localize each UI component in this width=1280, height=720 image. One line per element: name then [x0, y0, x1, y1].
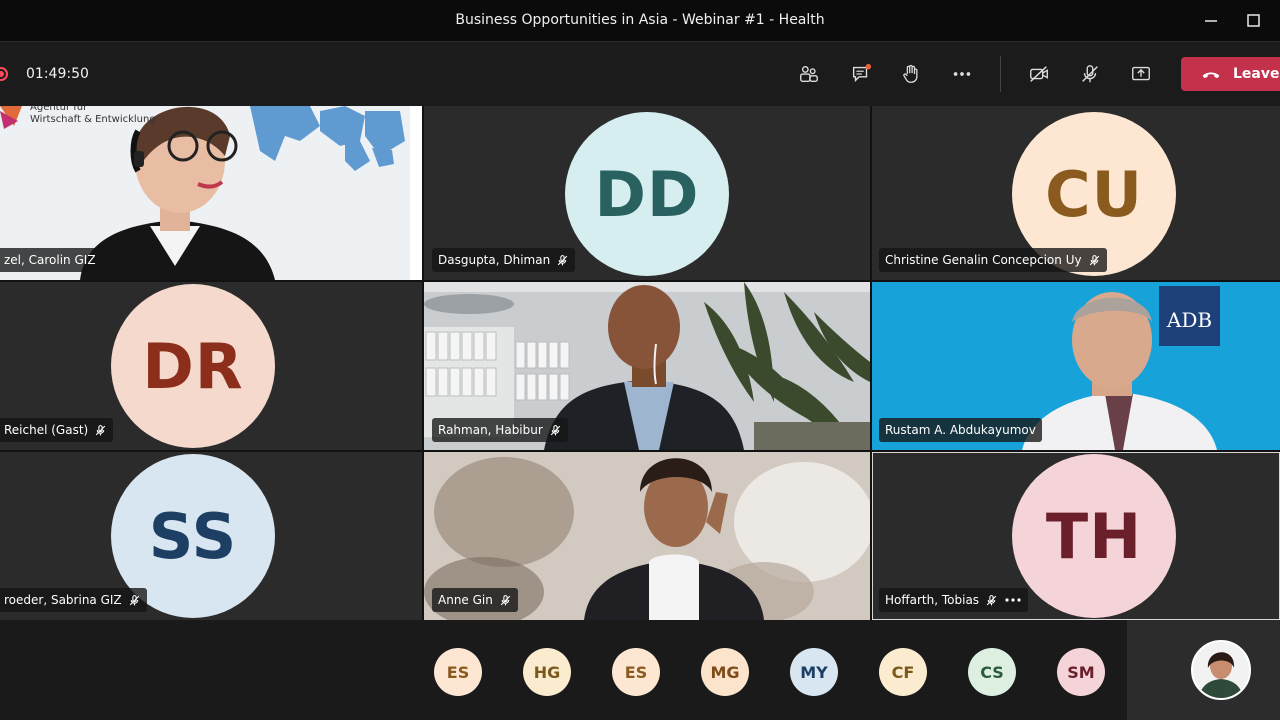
minimize-button[interactable]: [1198, 8, 1224, 34]
mic-toggle-button[interactable]: [1075, 60, 1105, 88]
participant-avatar[interactable]: ES: [612, 648, 660, 696]
participant-strip: ES HG ES MG MY CF CS SM: [0, 620, 1280, 720]
participant-name: Reichel (Gast): [4, 423, 89, 437]
participant-name: Rustam A. Abdukayumov: [885, 423, 1036, 437]
name-tag: Christine Genalin Concepcion Uy: [879, 248, 1107, 272]
window-title: Business Opportunities in Asia - Webinar…: [455, 12, 825, 28]
name-tag: Rahman, Habibur: [432, 418, 568, 442]
participant-name: zel, Carolin GIZ: [4, 253, 96, 267]
participant-avatar[interactable]: HG: [523, 648, 571, 696]
video-tile-anne[interactable]: Anne Gin: [424, 452, 870, 620]
video-tile-rahman[interactable]: Rahman, Habibur: [424, 282, 870, 450]
name-tag: Dasgupta, Dhiman: [432, 248, 576, 272]
video-tile-dasgupta[interactable]: DD Dasgupta, Dhiman: [424, 106, 870, 280]
adb-logo: ADB: [1166, 308, 1213, 332]
name-tag: Rustam A. Abdukayumov: [879, 418, 1042, 442]
chat-button[interactable]: [846, 60, 876, 88]
participant-avatar[interactable]: CS: [968, 648, 1016, 696]
mic-off-icon: [1089, 254, 1099, 265]
mic-off-icon: [96, 424, 106, 435]
self-view[interactable]: [1127, 620, 1280, 720]
logo-line-2: Wirtschaft & Entwicklung: [30, 114, 156, 125]
title-bar: Business Opportunities in Asia - Webinar…: [0, 0, 1280, 42]
share-screen-button[interactable]: [1126, 60, 1156, 88]
people-icon: [800, 65, 818, 83]
mic-off-icon: [986, 594, 997, 605]
participant-avatar[interactable]: CF: [879, 648, 927, 696]
avatar: TH: [1012, 454, 1176, 618]
hand-icon: [903, 64, 918, 83]
share-icon: [1132, 66, 1150, 81]
mic-off-icon: [557, 254, 568, 265]
meeting-toolbar: 01:49:50 Leave: [0, 42, 1280, 106]
participant-avatar[interactable]: SM: [1057, 648, 1105, 696]
logo-line-1: Agentur für: [30, 106, 88, 113]
avatar: DR: [111, 284, 275, 448]
leave-label: Leave: [1233, 66, 1280, 82]
participant-avatar[interactable]: MY: [790, 648, 838, 696]
participant-name: Hoffarth, Tobias: [885, 593, 980, 607]
participant-name: roeder, Sabrina GIZ: [4, 593, 122, 607]
toolbar-divider: [1000, 56, 1001, 92]
name-tag: Hoffarth, Tobias: [879, 588, 1029, 612]
participant-name: Rahman, Habibur: [438, 423, 543, 437]
mic-off-icon: [550, 424, 561, 435]
self-avatar: [1191, 640, 1251, 700]
mic-off-icon: [129, 594, 139, 605]
participant-avatar[interactable]: ES: [434, 648, 482, 696]
more-actions-button[interactable]: [947, 60, 977, 88]
name-tag: Anne Gin: [432, 588, 518, 612]
participant-name: Dasgupta, Dhiman: [438, 253, 551, 267]
raise-hand-button[interactable]: [896, 60, 926, 88]
name-tag: Reichel (Gast): [0, 418, 114, 442]
maximize-button[interactable]: [1241, 8, 1267, 34]
video-tile-hoffarth[interactable]: TH Hoffarth, Tobias: [872, 452, 1280, 620]
video-tile-carolin[interactable]: Agentur für Wirtschaft & Entwicklung zel…: [0, 106, 422, 280]
mic-off-icon: [500, 594, 511, 605]
video-tile-rustam[interactable]: ADB Rustam A. Abdukayumov: [872, 282, 1280, 450]
camera-toggle-button[interactable]: [1024, 60, 1054, 88]
video-tile-christine[interactable]: CU Christine Genalin Concepcion Uy: [872, 106, 1280, 280]
org-logo-text: Agentur für Wirtschaft & Entwicklung: [30, 106, 156, 126]
leave-button[interactable]: Leave: [1181, 57, 1280, 91]
more-icon: [953, 72, 971, 76]
meeting-timer: 01:49:50: [26, 66, 89, 82]
participant-name: Anne Gin: [438, 593, 493, 607]
phone-hangup-icon: [1202, 72, 1220, 79]
name-tag: roeder, Sabrina GIZ: [0, 588, 147, 612]
participants-button[interactable]: [794, 60, 824, 88]
avatar: DD: [565, 112, 729, 276]
camera-off-icon: [1030, 66, 1048, 82]
more-options-icon[interactable]: [1004, 594, 1022, 606]
recording-icon: [0, 67, 8, 81]
name-tag: zel, Carolin GIZ: [0, 248, 102, 272]
mic-off-icon: [1082, 65, 1098, 83]
video-grid: Agentur für Wirtschaft & Entwicklung zel…: [0, 106, 1280, 620]
participant-avatar[interactable]: MG: [701, 648, 749, 696]
participant-name: Christine Genalin Concepcion Uy: [885, 253, 1082, 267]
chat-icon: [852, 63, 872, 83]
video-tile-sabrina[interactable]: SS roeder, Sabrina GIZ: [0, 452, 422, 620]
video-tile-reichel[interactable]: DR Reichel (Gast): [0, 282, 422, 450]
